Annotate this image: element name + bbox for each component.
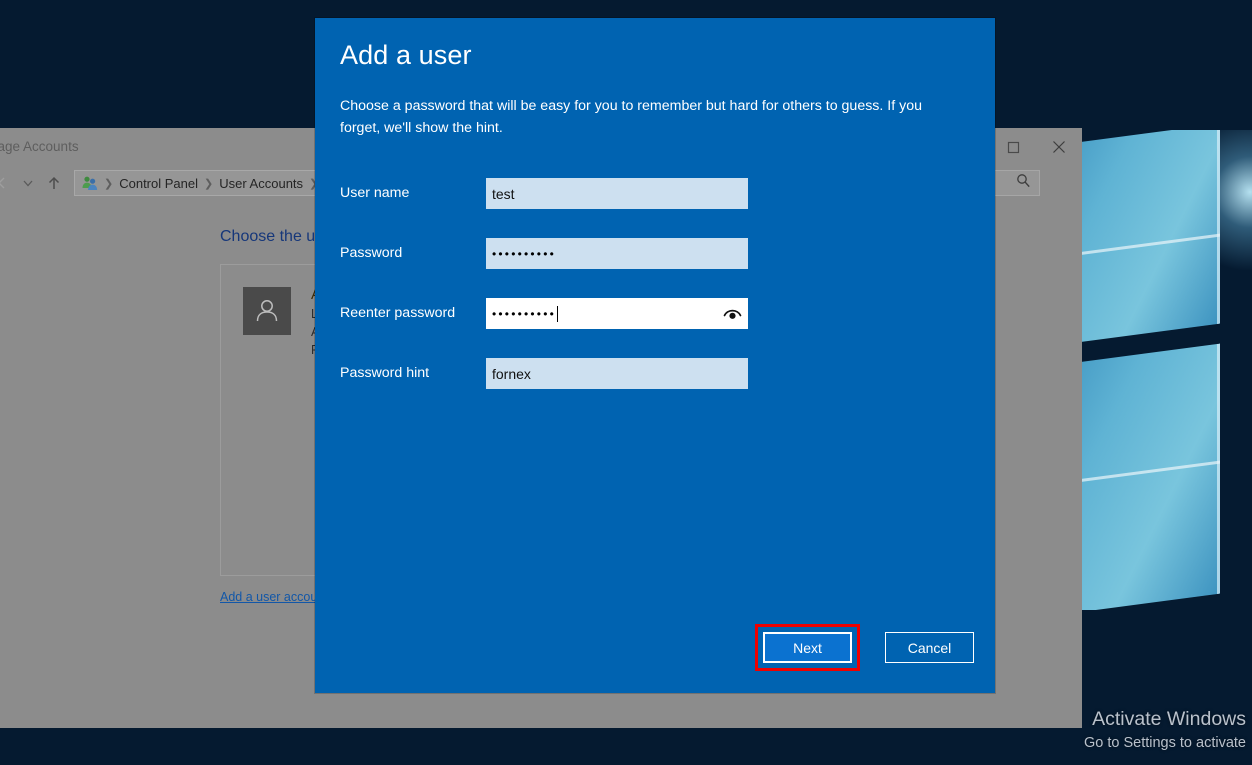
next-button[interactable]: Next [763, 632, 852, 663]
search-icon [1016, 173, 1031, 193]
control-panel-title: nage Accounts [0, 139, 79, 154]
window-controls [990, 128, 1082, 166]
maximize-icon[interactable] [990, 128, 1036, 166]
reenter-password-value: •••••••••• [492, 306, 557, 321]
username-value: test [492, 185, 515, 202]
password-hint-input[interactable]: fornex [486, 358, 748, 389]
password-label: Password [340, 245, 403, 261]
password-hint-label: Password hint [340, 365, 430, 381]
cancel-button[interactable]: Cancel [885, 632, 974, 663]
desktop: nage Accounts [0, 0, 1252, 765]
watermark-title: Activate Windows [1092, 708, 1246, 731]
form-row-reenter-password: Reenter password •••••••••• [340, 298, 946, 358]
dialog-button-bar: Next Cancel [755, 624, 974, 671]
dialog-subtitle: Choose a password that will be easy for … [340, 98, 922, 136]
username-label: User name [340, 185, 410, 201]
chevron-down-icon[interactable] [16, 171, 40, 195]
reenter-password-input[interactable]: •••••••••• [486, 298, 748, 329]
windows-logo-wallpaper [1072, 130, 1252, 610]
password-value: •••••••••• [492, 246, 557, 261]
next-button-highlight: Next [755, 624, 860, 671]
dialog-title: Add a user [340, 40, 472, 70]
avatar [243, 287, 291, 335]
add-user-form: User name test Password •••••••••• Reent… [340, 178, 946, 418]
form-row-username: User name test [340, 178, 946, 238]
eye-icon[interactable] [721, 303, 743, 325]
activate-windows-watermark: Activate Windows Go to Settings to activ… [1084, 707, 1246, 753]
back-arrow-icon[interactable] [0, 171, 14, 195]
close-icon[interactable] [1036, 128, 1082, 166]
breadcrumb-separator: ❯ [104, 177, 114, 190]
add-user-account-link[interactable]: Add a user accoun [220, 590, 324, 604]
users-icon [81, 175, 98, 191]
breadcrumb-separator: ❯ [204, 177, 214, 190]
text-caret [557, 305, 559, 322]
add-user-dialog[interactable]: Add a user Choose a password that will b… [315, 18, 995, 693]
reenter-password-label: Reenter password [340, 305, 456, 321]
watermark-subtitle: Go to Settings to activate [1083, 734, 1246, 751]
up-arrow-icon[interactable] [42, 171, 66, 195]
breadcrumb-item-user-accounts[interactable]: User Accounts [219, 176, 303, 191]
password-input[interactable]: •••••••••• [486, 238, 748, 269]
wallpaper-pane-top [1072, 130, 1220, 353]
password-hint-value: fornex [492, 365, 531, 382]
username-input[interactable]: test [486, 178, 748, 209]
breadcrumb-item-control-panel[interactable]: Control Panel [119, 176, 198, 191]
form-row-password-hint: Password hint fornex [340, 358, 946, 418]
form-row-password: Password •••••••••• [340, 238, 946, 298]
